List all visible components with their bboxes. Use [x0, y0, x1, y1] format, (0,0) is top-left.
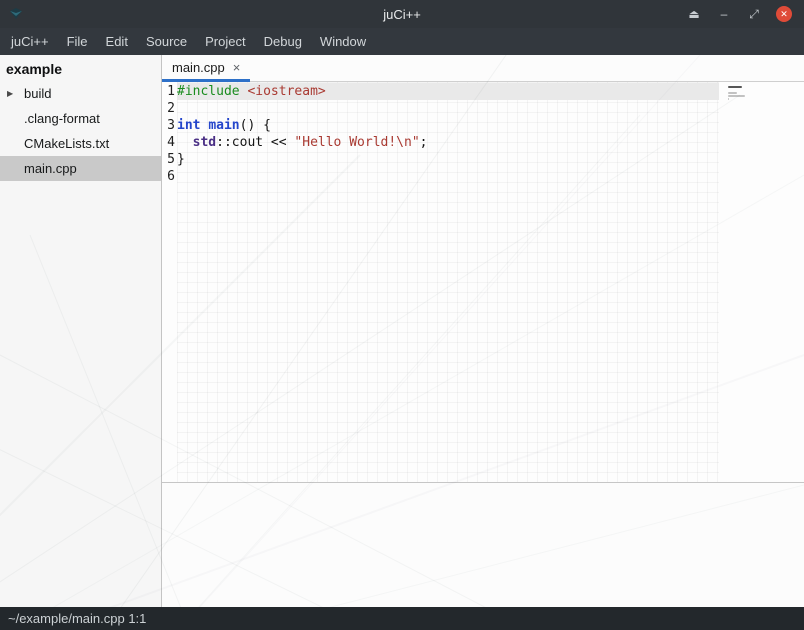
menu-file[interactable]: File	[58, 28, 97, 55]
minimap-line-mark	[728, 92, 737, 94]
code-line[interactable]	[177, 168, 719, 185]
menubar: juCi++ File Edit Source Project Debug Wi…	[0, 28, 804, 55]
menu-window[interactable]: Window	[311, 28, 375, 55]
tab-close-icon[interactable]: ×	[233, 60, 241, 75]
tree-item-label: build	[24, 86, 51, 101]
bottom-panel	[162, 483, 804, 607]
code-lines[interactable]: #include <iostream> int main() { std::co…	[177, 82, 719, 482]
line-number: 4	[162, 134, 175, 151]
code-token: <iostream>	[247, 84, 325, 99]
file-tree: example ▶ build .clang-format CMakeLists…	[0, 55, 162, 607]
code-token: }	[177, 152, 185, 167]
keep-above-button[interactable]: ⏏	[686, 6, 702, 22]
tree-root-example[interactable]: example	[0, 55, 161, 81]
menu-source[interactable]: Source	[137, 28, 196, 55]
code-token: std	[193, 135, 216, 150]
code-token: () {	[240, 118, 271, 133]
code-line[interactable]: #include <iostream>	[177, 83, 719, 100]
line-number: 3	[162, 117, 175, 134]
code-token: "Hello World!\n"	[294, 135, 419, 150]
code-line[interactable]: }	[177, 151, 719, 168]
line-number: 2	[162, 100, 175, 117]
tab-main-cpp[interactable]: main.cpp ×	[162, 55, 250, 82]
tree-item-label: CMakeLists.txt	[24, 136, 109, 151]
minimap[interactable]	[719, 82, 804, 482]
code-token: ;	[420, 135, 428, 150]
menu-jucipp[interactable]: juCi++	[2, 28, 58, 55]
tree-item-build[interactable]: ▶ build	[0, 81, 161, 106]
code-token: main	[208, 118, 239, 133]
window-controls: ⏏ – ⤢ ✕	[686, 6, 804, 22]
minimap-line-mark	[728, 86, 742, 88]
menu-project[interactable]: Project	[196, 28, 254, 55]
minimap-line-mark	[728, 98, 729, 100]
content-area: example ▶ build .clang-format CMakeLists…	[0, 55, 804, 607]
restore-button[interactable]: ⤢	[746, 6, 762, 22]
minimize-button[interactable]: –	[716, 6, 732, 22]
line-numbers: 123456	[162, 82, 177, 482]
code-token: #include	[177, 84, 240, 99]
tree-item-main-cpp[interactable]: main.cpp	[0, 156, 161, 181]
app-window: juCi++ ⏏ – ⤢ ✕ juCi++ File Edit Source P…	[0, 0, 804, 630]
code-line[interactable]: std::cout << "Hello World!\n";	[177, 134, 719, 151]
code-token	[177, 135, 193, 150]
code-token: ::cout <<	[216, 135, 294, 150]
app-icon	[8, 6, 24, 22]
tree-item-clang-format[interactable]: .clang-format	[0, 106, 161, 131]
minimap-line-mark	[728, 95, 745, 97]
menu-debug[interactable]: Debug	[255, 28, 311, 55]
editor-column: main.cpp × 123456 #include <iostream> in…	[162, 55, 804, 607]
window-title: juCi++	[0, 7, 804, 22]
tree-item-cmakelists[interactable]: CMakeLists.txt	[0, 131, 161, 156]
statusbar: ~/example/main.cpp 1:1	[0, 607, 804, 630]
expander-icon[interactable]: ▶	[7, 81, 13, 106]
tree-item-label: main.cpp	[24, 161, 77, 176]
line-number: 5	[162, 151, 175, 168]
minimap-marks	[728, 86, 745, 104]
statusbar-path-position: ~/example/main.cpp 1:1	[8, 611, 146, 626]
code-line[interactable]	[177, 100, 719, 117]
line-number: 6	[162, 168, 175, 185]
close-button[interactable]: ✕	[776, 6, 792, 22]
titlebar: juCi++ ⏏ – ⤢ ✕	[0, 0, 804, 28]
tab-bar: main.cpp ×	[162, 55, 804, 82]
menu-edit[interactable]: Edit	[97, 28, 137, 55]
code-token: int	[177, 118, 200, 133]
line-number: 1	[162, 83, 175, 100]
tree-item-label: .clang-format	[24, 111, 100, 126]
code-editor[interactable]: 123456 #include <iostream> int main() { …	[162, 82, 804, 483]
tab-label: main.cpp	[172, 60, 225, 75]
code-line[interactable]: int main() {	[177, 117, 719, 134]
